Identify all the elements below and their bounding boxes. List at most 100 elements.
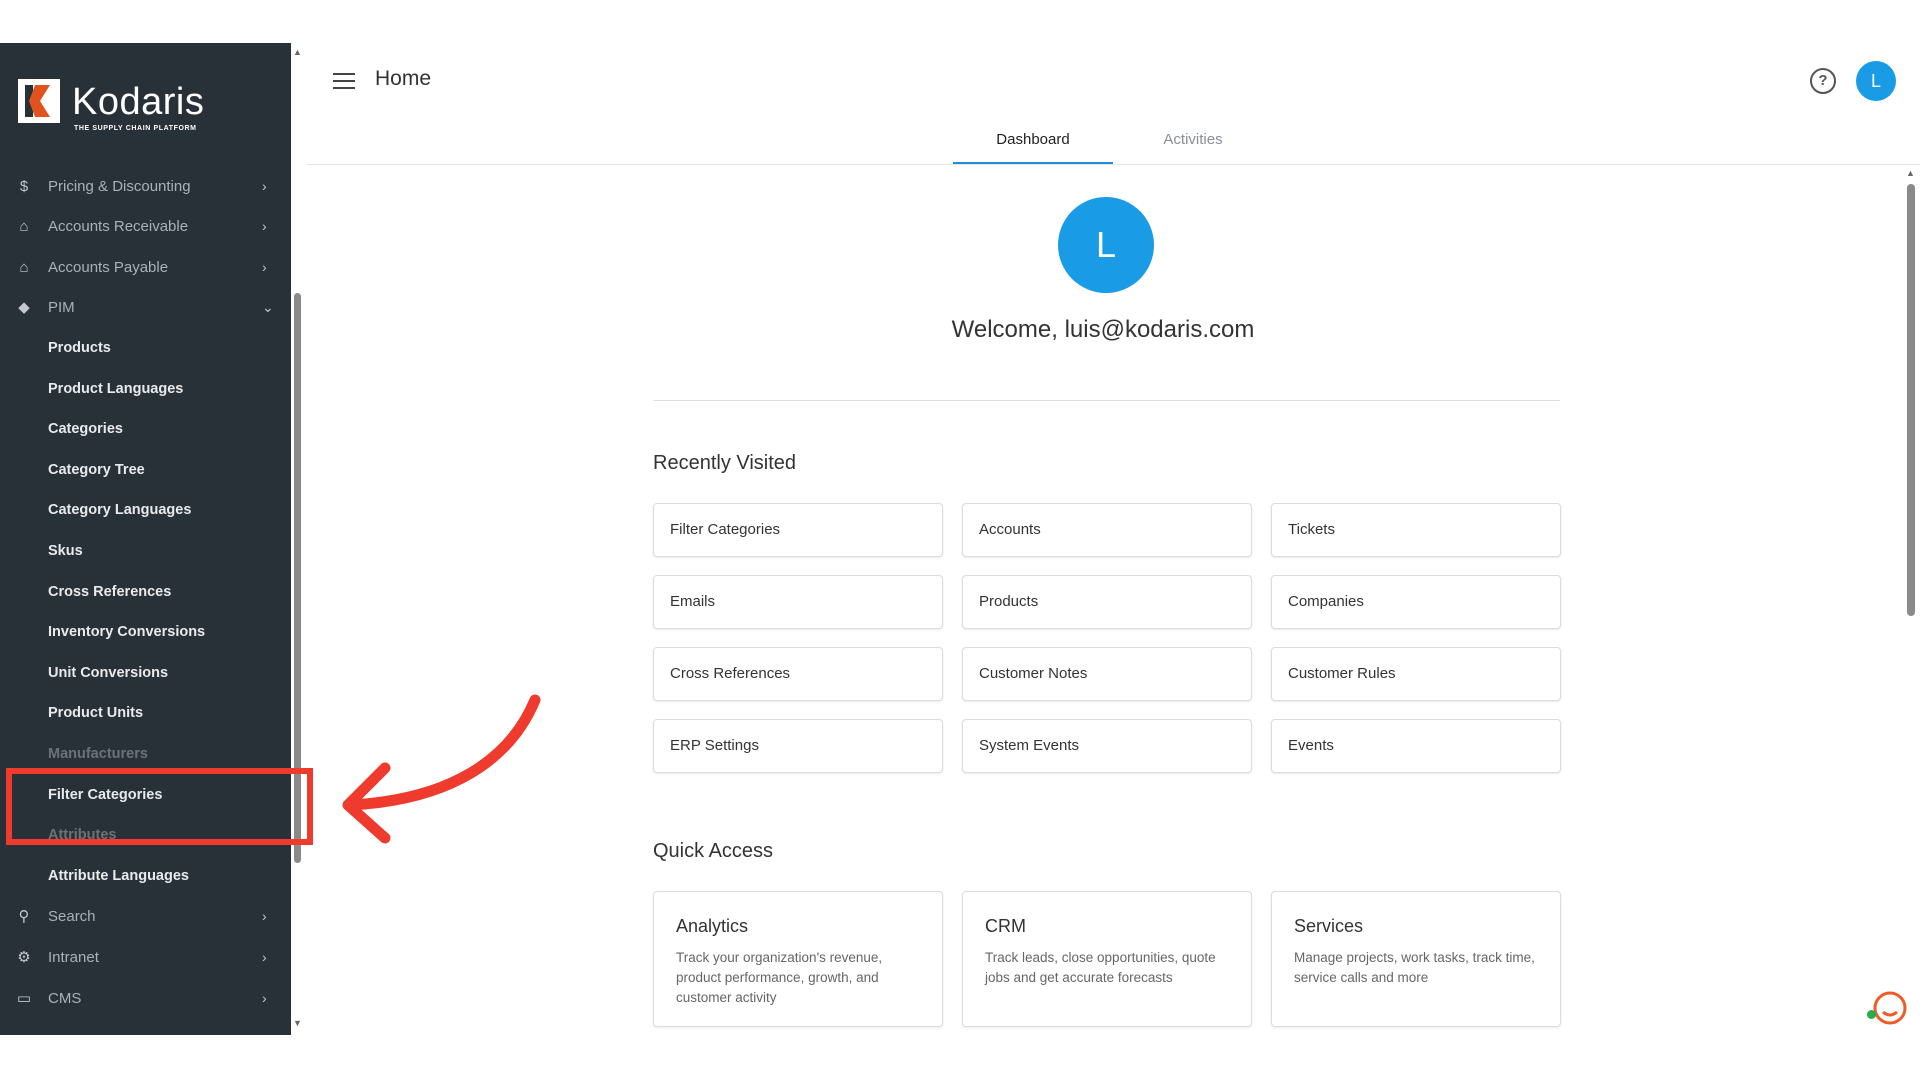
quick-access-title: Analytics [676,916,749,936]
chevron-right-icon: › [262,178,267,194]
sidebar-item-search[interactable]: ⚲ Search › [0,896,291,936]
tag-icon: ◆ [18,299,30,316]
recent-item-card[interactable]: Accounts [962,503,1252,557]
intranet-icon: ⚙ [17,949,31,966]
sidebar-item-label: Inventory Conversions [48,624,206,640]
sidebar-item-label: Products [48,340,111,356]
sidebar-item-intranet[interactable]: ⚙ Intranet › [0,937,291,977]
sidebar-item-label: Category Tree [48,462,145,478]
welcome-avatar: L [1058,197,1154,293]
quick-access-card-crm[interactable]: CRM Track leads, close opportunities, quo… [962,891,1252,1027]
sidebar-item-label: Unit Conversions [48,665,169,681]
quick-access-title: Quick Access [653,840,774,862]
recent-item-card[interactable]: Companies [1271,575,1561,629]
brand-logo[interactable]: Kodaris THE SUPPLY CHAIN PLATFORM [0,43,291,163]
sidebar-item-label: Accounts Receivable [48,217,189,235]
recent-item-card[interactable]: ERP Settings [653,719,943,773]
chevron-right-icon: › [262,949,267,965]
recent-item-card[interactable]: System Events [962,719,1252,773]
recent-item-card[interactable]: Products [962,575,1252,629]
tab-activities[interactable]: Activities [1113,120,1273,162]
online-status-dot [1867,1010,1876,1019]
chevron-right-icon: › [262,990,267,1006]
sidebar-item-label: Accounts Payable [48,258,169,276]
sidebar-item-label: Category Languages [48,502,192,518]
recent-item-card[interactable]: Emails [653,575,943,629]
quick-access-card-services[interactable]: Services Manage projects, work tasks, tra… [1271,891,1561,1027]
sidebar-item-attribute-languages[interactable]: Attribute Languages [0,856,291,896]
sidebar-item-cms[interactable]: ▭ CMS › [0,978,291,1018]
scroll-down-icon[interactable]: ▼ [293,1018,302,1028]
brand-tagline: THE SUPPLY CHAIN PLATFORM [74,125,197,132]
tab-bar: Dashboard Activities [953,120,1273,165]
sidebar-scrollbar[interactable]: ▲ ▼ [292,43,302,1035]
chat-support-icon[interactable] [1867,988,1907,1028]
sidebar-item-label: Product Units [48,705,144,721]
sidebar-item-category-tree[interactable]: Category Tree [0,450,291,490]
sidebar-item-label: PIM [48,298,75,316]
quick-access-description: Track leads, close opportunities, quote … [985,950,1216,985]
sidebar-item-accounts-receivable[interactable]: ⌂ Accounts Receivable › [0,206,291,246]
annotation-arrow-icon [342,694,541,844]
highlight-box [6,768,313,845]
quick-access-title: Services [1294,916,1364,936]
sidebar-item-unit-conversions[interactable]: Unit Conversions [0,653,291,693]
tab-divider [307,164,1920,165]
sidebar-item-category-languages[interactable]: Category Languages [0,490,291,530]
sidebar-item-product-languages[interactable]: Product Languages [0,369,291,409]
recent-item-label: Companies [1288,593,1364,610]
menu-toggle-icon[interactable] [333,73,355,91]
sidebar-item-pim[interactable]: ◆ PIM ⌄ [0,287,291,327]
recent-item-label: Tickets [1288,521,1335,538]
divider [653,400,1560,401]
sidebar-item-inventory-conversions[interactable]: Inventory Conversions [0,612,291,652]
cms-icon: ▭ [16,990,32,1007]
chevron-down-icon: ⌄ [262,298,274,315]
recent-item-card[interactable]: Tickets [1271,503,1561,557]
sidebar-item-cross-references[interactable]: Cross References [0,572,291,612]
dollar-icon: $ [19,177,29,195]
recent-item-card[interactable]: Events [1271,719,1561,773]
main-scrollbar[interactable]: ▲ [1905,166,1917,1036]
recent-item-label: Customer Rules [1288,665,1396,682]
scroll-up-icon[interactable]: ▲ [1906,168,1915,178]
recent-item-label: Emails [670,593,716,610]
sidebar-item-label: Attribute Languages [48,868,189,884]
quick-access-description: Manage projects, work tasks, track time,… [1294,950,1535,985]
recent-item-label: Products [979,593,1039,610]
recent-item-label: ERP Settings [670,737,759,754]
recent-item-label: Accounts [979,521,1041,538]
user-avatar[interactable]: L [1856,61,1896,101]
quick-access-card-analytics[interactable]: Analytics Track your organization's reven… [653,891,943,1027]
help-icon[interactable]: ? [1810,68,1836,94]
sidebar-item-products[interactable]: Products [0,328,291,368]
recent-item-label: Events [1288,737,1334,754]
sidebar: ▬Customers›$Pricing & Discounting›⌂Accou… [0,43,291,1035]
recent-item-card[interactable]: Filter Categories [653,503,943,557]
recent-item-card[interactable]: Customer Notes [962,647,1252,701]
recent-item-label: Filter Categories [670,521,781,538]
sidebar-item-label: Pricing & Discounting [48,177,191,195]
quick-access-title: CRM [985,916,1026,936]
sidebar-item-label: Skus [48,543,83,559]
main-scroll-thumb[interactable] [1907,184,1915,616]
tab-dashboard[interactable]: Dashboard [953,120,1113,165]
bank-icon: ⌂ [19,258,29,276]
brand-name: Kodaris [72,81,205,123]
sidebar-item-product-units[interactable]: Product Units [0,693,291,733]
sidebar-item-categories[interactable]: Categories [0,409,291,449]
recent-item-card[interactable]: Customer Rules [1271,647,1561,701]
welcome-message: Welcome, luis@kodaris.com [951,316,1255,343]
sidebar-item-pricing-discounting[interactable]: $ Pricing & Discounting › [0,166,291,206]
recent-item-label: Cross References [670,665,791,682]
sidebar-item-label: Search [48,907,96,925]
recent-item-label: Customer Notes [979,665,1088,682]
sidebar-item-accounts-payable[interactable]: ⌂ Accounts Payable › [0,247,291,287]
scroll-up-icon[interactable]: ▲ [293,47,302,57]
recently-visited-title: Recently Visited [653,452,797,474]
recent-item-card[interactable]: Cross References [653,647,943,701]
recent-item-label: System Events [979,737,1080,754]
sidebar-item-skus[interactable]: Skus [0,531,291,571]
bank-icon: ⌂ [19,217,29,235]
chevron-right-icon: › [262,908,267,924]
